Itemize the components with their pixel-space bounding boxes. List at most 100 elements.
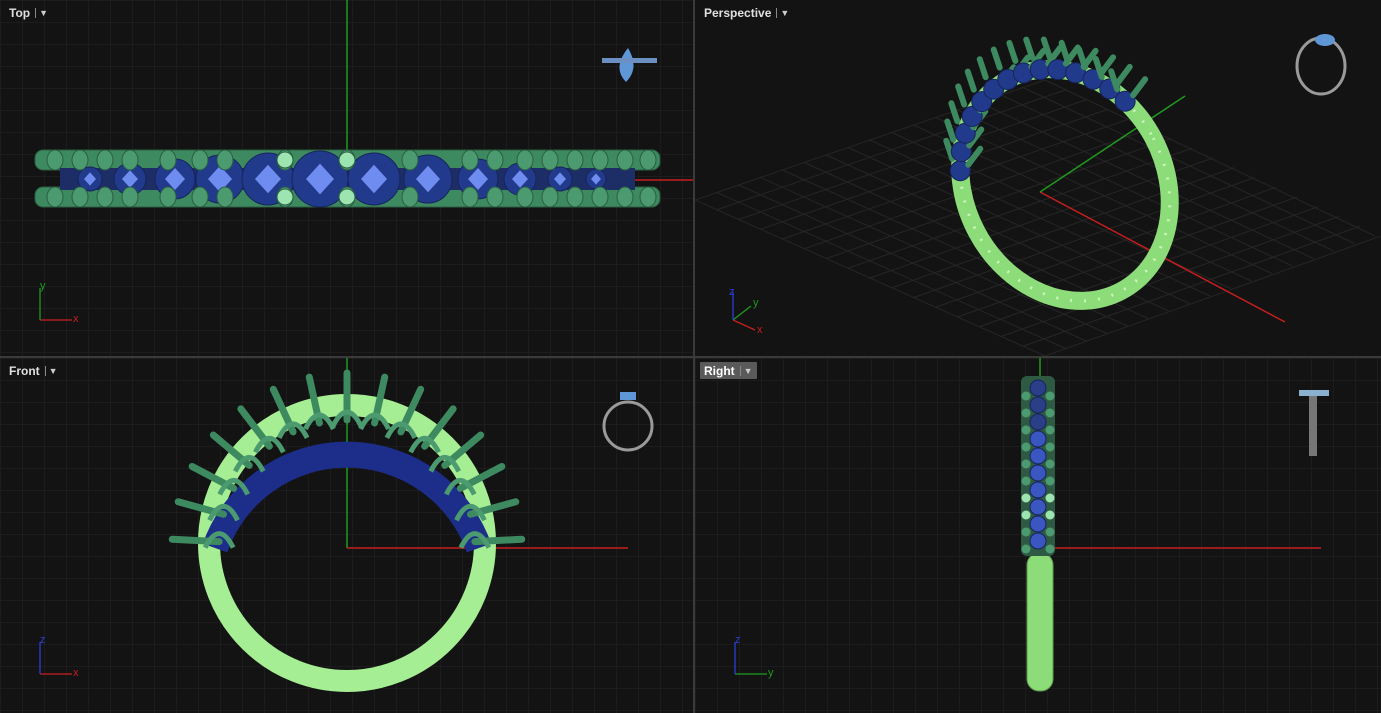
prong[interactable] <box>1058 39 1071 64</box>
prong[interactable] <box>401 186 419 208</box>
viewport-title-top[interactable]: Top ▼ <box>5 4 52 21</box>
prong[interactable] <box>944 118 957 143</box>
prong[interactable] <box>639 149 657 171</box>
prong[interactable] <box>1130 76 1149 99</box>
prong[interactable] <box>191 149 209 171</box>
prong[interactable] <box>616 186 634 208</box>
viewport-layout: x y Top ▼ x y z Perspective ▼ x z Front … <box>0 0 1381 713</box>
right-view-canvas[interactable]: y z <box>695 358 1381 713</box>
ring-perspective[interactable] <box>920 32 1209 338</box>
prong[interactable] <box>1045 510 1055 520</box>
prong[interactable] <box>516 186 534 208</box>
prong[interactable] <box>486 186 504 208</box>
viewport-right[interactable]: y z Right ▼ <box>695 358 1381 713</box>
prong[interactable] <box>566 186 584 208</box>
chevron-down-icon[interactable]: ▼ <box>44 365 58 376</box>
prong[interactable] <box>964 68 977 93</box>
gemstone[interactable] <box>1029 379 1047 397</box>
grid-line <box>847 147 1193 269</box>
top-view-canvas[interactable]: x y <box>0 0 693 356</box>
viewport-top[interactable]: x y Top ▼ <box>0 0 693 356</box>
prong[interactable] <box>1021 527 1031 537</box>
gemstone[interactable] <box>1029 481 1047 499</box>
prong[interactable] <box>1045 391 1055 401</box>
ring-band-top-view[interactable] <box>34 149 661 208</box>
gemstone[interactable] <box>1029 396 1047 414</box>
viewport-perspective[interactable]: x y z Perspective ▼ <box>695 0 1381 356</box>
viewport-title-front[interactable]: Front ▼ <box>5 362 62 379</box>
prong[interactable] <box>71 149 89 171</box>
prong[interactable] <box>159 186 177 208</box>
viewport-name: Front <box>9 363 40 378</box>
gemstone[interactable] <box>1029 413 1047 431</box>
viewport-name: Right <box>704 363 735 378</box>
perspective-view-canvas[interactable]: x y z <box>695 0 1381 356</box>
prong[interactable] <box>1045 408 1055 418</box>
viewport-title-right[interactable]: Right ▼ <box>700 362 757 379</box>
prong[interactable] <box>191 186 209 208</box>
prong[interactable] <box>1006 39 1019 64</box>
chevron-down-icon[interactable]: ▼ <box>739 365 753 376</box>
prong[interactable] <box>639 186 657 208</box>
prong[interactable] <box>1021 476 1031 486</box>
prong-selected[interactable] <box>338 151 356 169</box>
prong[interactable] <box>1045 476 1055 486</box>
prong[interactable] <box>1040 36 1053 61</box>
viewport-front[interactable]: x z Front ▼ <box>0 358 693 713</box>
front-view-canvas[interactable]: x z <box>0 358 693 713</box>
prong[interactable] <box>1021 408 1031 418</box>
prong[interactable] <box>1021 459 1031 469</box>
prong[interactable] <box>1045 527 1055 537</box>
prong[interactable] <box>461 186 479 208</box>
prong[interactable] <box>591 149 609 171</box>
prong[interactable] <box>216 186 234 208</box>
prong-selected[interactable] <box>276 188 294 206</box>
prong[interactable] <box>46 149 64 171</box>
prong[interactable] <box>461 149 479 171</box>
gemstone[interactable] <box>1029 498 1047 516</box>
gemstone[interactable] <box>1029 447 1047 465</box>
prong[interactable] <box>566 149 584 171</box>
prong[interactable] <box>1045 425 1055 435</box>
prong[interactable] <box>1021 493 1031 503</box>
prong-selected[interactable] <box>276 151 294 169</box>
gemstone[interactable] <box>1029 464 1047 482</box>
prong[interactable] <box>541 149 559 171</box>
prong[interactable] <box>46 186 64 208</box>
prong[interactable] <box>616 149 634 171</box>
prong[interactable] <box>216 149 234 171</box>
prong[interactable] <box>1021 442 1031 452</box>
prong[interactable] <box>948 100 961 125</box>
prong[interactable] <box>159 149 177 171</box>
grid-line <box>1022 225 1361 347</box>
gemstone[interactable] <box>1029 515 1047 533</box>
prong[interactable] <box>976 56 989 81</box>
viewport-title-perspective[interactable]: Perspective ▼ <box>700 4 793 21</box>
prong[interactable] <box>1021 391 1031 401</box>
prong[interactable] <box>121 186 139 208</box>
prong[interactable] <box>1045 459 1055 469</box>
prong[interactable] <box>486 149 504 171</box>
prong[interactable] <box>1114 63 1133 86</box>
prong[interactable] <box>990 46 1003 71</box>
prong[interactable] <box>96 149 114 171</box>
gemstone[interactable] <box>1029 430 1047 448</box>
prong[interactable] <box>1045 544 1055 554</box>
prong[interactable] <box>1021 425 1031 435</box>
prong[interactable] <box>71 186 89 208</box>
prong[interactable] <box>96 186 114 208</box>
prong-selected[interactable] <box>338 188 356 206</box>
prong[interactable] <box>541 186 559 208</box>
chevron-down-icon[interactable]: ▼ <box>776 7 789 18</box>
prong[interactable] <box>591 186 609 208</box>
prong[interactable] <box>1045 442 1055 452</box>
prong[interactable] <box>401 149 419 171</box>
prong[interactable] <box>516 149 534 171</box>
chevron-down-icon[interactable]: ▼ <box>35 7 48 18</box>
prong[interactable] <box>121 149 139 171</box>
prong[interactable] <box>1021 544 1031 554</box>
prong[interactable] <box>1045 493 1055 503</box>
prong[interactable] <box>955 83 968 108</box>
gemstone[interactable] <box>1029 532 1047 550</box>
prong[interactable] <box>1021 510 1031 520</box>
